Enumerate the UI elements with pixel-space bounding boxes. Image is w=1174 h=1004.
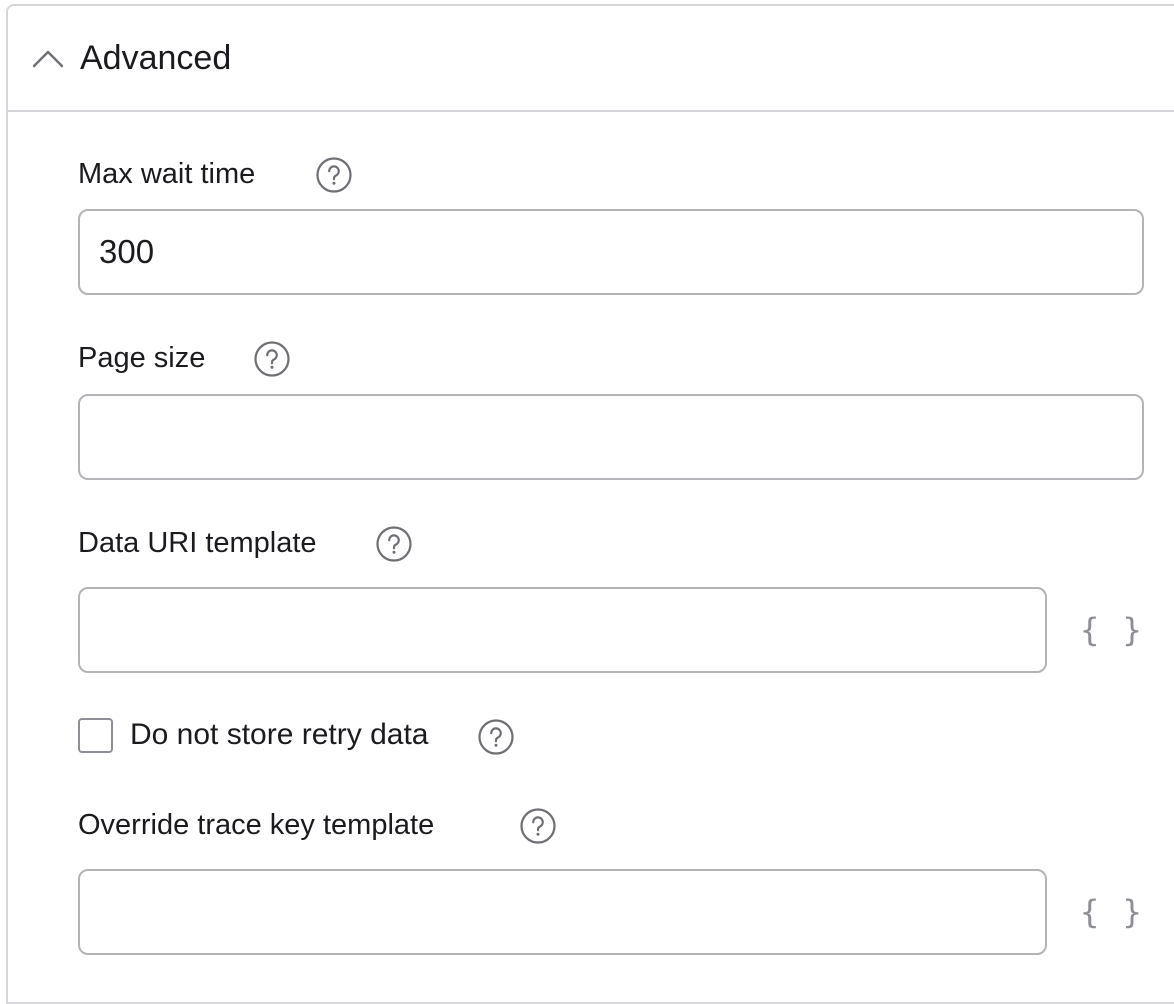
page-size-label: Page size (78, 342, 206, 374)
override-trace-key-template-help-icon[interactable] (519, 807, 557, 845)
advanced-section-header[interactable]: Advanced (8, 6, 1174, 112)
chevron-up-icon (32, 50, 64, 68)
override-trace-key-template-label: Override trace key template (78, 809, 435, 841)
section-title: Advanced (80, 39, 232, 77)
do-not-store-retry-data-label: Do not store retry data (130, 718, 429, 751)
data-uri-template-label: Data URI template (78, 527, 317, 559)
advanced-section: Advanced (6, 4, 1174, 1004)
max-wait-time-help-icon[interactable] (315, 156, 353, 194)
override-trace-key-template-curly-braces-icon[interactable]: { } (1080, 892, 1144, 932)
do-not-store-retry-data-help-icon[interactable] (477, 718, 515, 756)
max-wait-time-input[interactable] (78, 209, 1144, 295)
page-size-help-icon[interactable] (253, 340, 291, 378)
do-not-store-retry-data-checkbox[interactable] (78, 718, 113, 753)
data-uri-template-input[interactable] (78, 587, 1047, 673)
data-uri-template-help-icon[interactable] (375, 525, 413, 563)
override-trace-key-template-input[interactable] (78, 869, 1047, 955)
data-uri-template-curly-braces-icon[interactable]: { } (1080, 610, 1144, 650)
max-wait-time-label: Max wait time (78, 158, 256, 190)
page-size-input[interactable] (78, 394, 1144, 480)
